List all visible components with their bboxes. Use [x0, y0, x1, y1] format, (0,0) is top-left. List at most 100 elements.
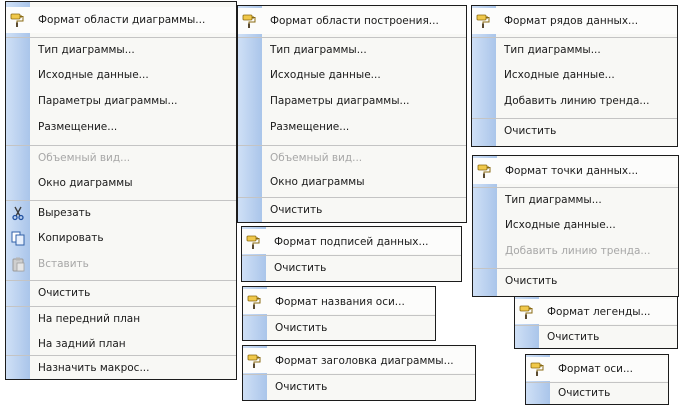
menu-item-label: Очистить — [275, 380, 328, 393]
menu-item-label: Очистить — [274, 261, 327, 274]
menu-item-label: Размещение... — [38, 121, 118, 133]
menu-item-add-trendline[interactable]: Добавить линию тренда... — [473, 239, 678, 263]
menu-item-label: Формат области построения... — [270, 15, 439, 27]
menu-item-cut[interactable]: Вырезать — [6, 200, 236, 224]
menu-item-format-chart-title[interactable]: Формат заголовка диаграммы... — [243, 348, 475, 373]
menu-item-label: На передний план — [38, 312, 141, 325]
plot-area-context-menu: Формат области построения... Тип диаграм… — [237, 5, 467, 223]
menu-item-3d-view[interactable]: Объемный вид... — [6, 145, 236, 169]
legend-context-menu: Формат легенды... Очистить — [514, 296, 678, 349]
menu-item-label: Тип диаграммы... — [505, 193, 602, 206]
menu-item-clear[interactable]: Очистить — [473, 268, 678, 292]
menu-item-label: Окно диаграммы — [270, 176, 365, 188]
format-brush-icon — [477, 163, 493, 179]
menu-item-source-data[interactable]: Исходные данные... — [473, 213, 678, 237]
menu-item-clear[interactable]: Очистить — [472, 118, 677, 142]
copy-icon — [10, 230, 26, 246]
menu-item-format-chart-area[interactable]: Формат области диаграммы... — [6, 7, 236, 33]
menu-item-clear[interactable]: Очистить — [242, 255, 461, 279]
menu-item-chart-type[interactable]: Тип диаграммы... — [472, 37, 677, 61]
menu-item-label: Формат области диаграммы... — [38, 14, 206, 26]
menu-item-format-legend[interactable]: Формат легенды... — [515, 299, 677, 324]
menu-item-format-data-point[interactable]: Формат точки данных... — [473, 158, 678, 184]
menu-item-label: Параметры диаграммы... — [38, 95, 178, 107]
menu-item-label: Объемный вид... — [270, 151, 363, 164]
menu-item-clear[interactable]: Очистить — [6, 280, 236, 304]
menu-item-label: Очистить — [275, 321, 328, 334]
format-brush-icon — [247, 294, 263, 310]
menu-item-format-plot-area[interactable]: Формат области построения... — [238, 8, 466, 34]
menu-item-label: Очистить — [558, 387, 611, 399]
menu-item-label: Тип диаграммы... — [270, 43, 367, 56]
menu-item-label: Формат подписей данных... — [274, 235, 429, 248]
menu-item-label: Формат легенды... — [547, 305, 651, 318]
menu-item-label: Формат точки данных... — [505, 165, 639, 177]
menu-item-label: Формат названия оси... — [275, 295, 405, 308]
menu-item-add-trendline[interactable]: Добавить линию тренда... — [472, 89, 677, 113]
menu-item-label: Очистить — [270, 203, 323, 216]
menu-item-label: Формат рядов данных... — [504, 15, 639, 27]
data-labels-context-menu: Формат подписей данных... Очистить — [241, 226, 462, 282]
menu-item-label: Вырезать — [38, 206, 91, 219]
menu-item-label: Добавить линию тренда... — [505, 245, 651, 257]
menu-item-format-axis[interactable]: Формат оси... — [526, 357, 668, 381]
format-brush-icon — [476, 13, 492, 29]
menu-item-source-data[interactable]: Исходные данные... — [238, 63, 466, 87]
menu-item-label: Формат заголовка диаграммы... — [275, 354, 454, 367]
menu-item-location[interactable]: Размещение... — [6, 115, 236, 139]
axis-title-context-menu: Формат названия оси... Очистить — [242, 286, 436, 341]
format-brush-icon — [519, 304, 535, 320]
menu-item-label: Исходные данные... — [270, 69, 381, 81]
menu-item-format-data-labels[interactable]: Формат подписей данных... — [242, 229, 461, 254]
menu-item-clear[interactable]: Очистить — [238, 197, 466, 221]
menu-item-bring-to-front[interactable]: На передний план — [6, 306, 236, 330]
menu-item-label: Исходные данные... — [504, 69, 615, 81]
menu-item-label: Объемный вид... — [38, 151, 131, 164]
menu-item-label: Назначить макрос... — [38, 361, 150, 374]
menu-item-clear[interactable]: Очистить — [243, 374, 475, 398]
menu-item-clear[interactable]: Очистить — [515, 325, 677, 347]
format-brush-icon — [530, 361, 546, 377]
menu-item-source-data[interactable]: Исходные данные... — [472, 63, 677, 87]
menu-item-copy[interactable]: Копировать — [6, 226, 236, 250]
menu-item-label: Очистить — [504, 124, 557, 137]
menu-item-chart-type[interactable]: Тип диаграммы... — [238, 37, 466, 61]
menu-item-label: Окно диаграммы — [38, 177, 133, 189]
menu-item-label: Формат оси... — [558, 363, 633, 375]
menu-item-paste[interactable]: Вставить — [6, 252, 236, 276]
format-brush-icon — [242, 13, 258, 29]
menu-item-3d-view[interactable]: Объемный вид... — [238, 145, 466, 169]
menu-item-label: Очистить — [38, 286, 91, 299]
menu-item-chart-options[interactable]: Параметры диаграммы... — [238, 89, 466, 113]
menu-item-label: Очистить — [505, 274, 558, 287]
menu-item-chart-type[interactable]: Тип диаграммы... — [6, 37, 236, 61]
menu-item-assign-macro[interactable]: Назначить макрос... — [6, 355, 236, 379]
menu-item-label: Добавить линию тренда... — [504, 95, 650, 107]
axis-context-menu: Формат оси... Очистить — [525, 354, 669, 405]
menu-item-label: Тип диаграммы... — [504, 43, 601, 56]
menu-item-chart-window[interactable]: Окно диаграммы — [238, 170, 466, 194]
menu-item-clear[interactable]: Очистить — [526, 382, 668, 403]
format-brush-icon — [10, 12, 26, 28]
menu-item-chart-options[interactable]: Параметры диаграммы... — [6, 89, 236, 113]
menu-item-label: На задний план — [38, 338, 126, 350]
menu-item-source-data[interactable]: Исходные данные... — [6, 63, 236, 87]
chart-area-context-menu: Формат области диаграммы... Тип диаграмм… — [5, 1, 237, 380]
menu-item-label: Исходные данные... — [38, 69, 149, 81]
menu-item-format-axis-title[interactable]: Формат названия оси... — [243, 289, 435, 314]
menu-item-label: Параметры диаграммы... — [270, 95, 410, 107]
paste-icon — [10, 256, 26, 272]
menu-item-label: Размещение... — [270, 121, 350, 133]
format-brush-icon — [246, 234, 262, 250]
menu-item-clear[interactable]: Очистить — [243, 315, 435, 339]
menu-item-location[interactable]: Размещение... — [238, 115, 466, 139]
menu-item-send-to-back[interactable]: На задний план — [6, 332, 236, 356]
menu-item-chart-window[interactable]: Окно диаграммы — [6, 171, 236, 195]
data-series-context-menu: Формат рядов данных... Тип диаграммы... … — [471, 5, 678, 147]
menu-item-chart-type[interactable]: Тип диаграммы... — [473, 187, 678, 211]
menu-item-format-data-series[interactable]: Формат рядов данных... — [472, 8, 677, 34]
chart-title-context-menu: Формат заголовка диаграммы... Очистить — [242, 345, 476, 401]
menu-item-label: Копировать — [38, 232, 104, 244]
menu-item-label: Исходные данные... — [505, 219, 616, 231]
menu-item-label: Тип диаграммы... — [38, 43, 135, 56]
